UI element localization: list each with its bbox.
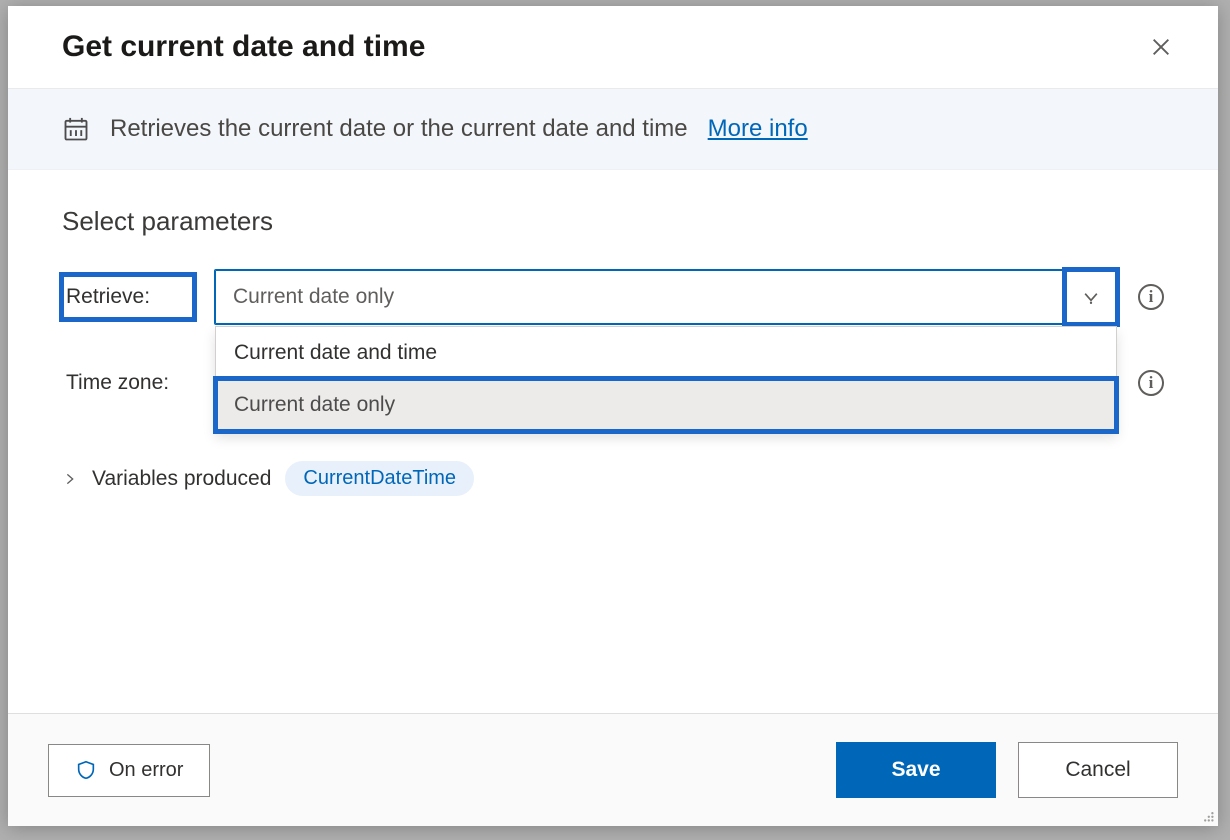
param-timezone-label: Time zone: [62,361,194,405]
dialog-title: Get current date and time [62,30,425,64]
more-info-link[interactable]: More info [708,115,808,142]
dialog-body: Select parameters Retrieve: Current date… [8,170,1218,713]
retrieve-info-icon[interactable]: i [1138,284,1164,310]
info-glyph: i [1149,287,1154,307]
on-error-button[interactable]: On error [48,744,210,797]
dialog-titlebar: Get current date and time [8,6,1218,89]
variables-produced-row[interactable]: Variables produced CurrentDateTime [62,461,1164,496]
close-button[interactable] [1144,30,1178,64]
on-error-label: On error [109,759,183,782]
save-label: Save [891,758,940,782]
cancel-label: Cancel [1065,758,1130,782]
variables-produced-label: Variables produced [92,467,271,491]
close-icon [1150,36,1172,58]
dialog-footer: On error Save Cancel [8,713,1218,826]
description-banner: Retrieves the current date or the curren… [8,89,1218,170]
variable-pill[interactable]: CurrentDateTime [285,461,474,496]
timezone-info-icon[interactable]: i [1138,370,1164,396]
description-text: Retrieves the current date or the curren… [110,115,808,143]
resize-grip-icon[interactable] [1198,806,1216,824]
param-retrieve-label: Retrieve: [62,275,194,319]
retrieve-combobox-value: Current date only [215,285,1065,309]
retrieve-option-dateonly[interactable]: Current date only [216,379,1116,431]
retrieve-combobox[interactable]: Current date only Current date and time … [214,269,1118,325]
footer-actions: Save Cancel [836,742,1178,798]
section-header: Select parameters [62,206,1164,237]
description-body: Retrieves the current date or the curren… [110,115,688,142]
retrieve-option-datetime[interactable]: Current date and time [216,327,1116,379]
chevron-down-icon [1081,287,1101,307]
param-retrieve-row: Retrieve: Current date only Current date… [62,269,1164,325]
save-button[interactable]: Save [836,742,996,798]
cancel-button[interactable]: Cancel [1018,742,1178,798]
calendar-icon [62,115,90,143]
action-config-dialog: Get current date and time Retrieves the … [8,6,1218,826]
shield-icon [75,759,97,781]
retrieve-dropdown: Current date and time Current date only [215,326,1117,432]
info-glyph: i [1149,373,1154,393]
chevron-right-icon [62,471,78,487]
retrieve-combobox-caret[interactable] [1065,270,1117,324]
